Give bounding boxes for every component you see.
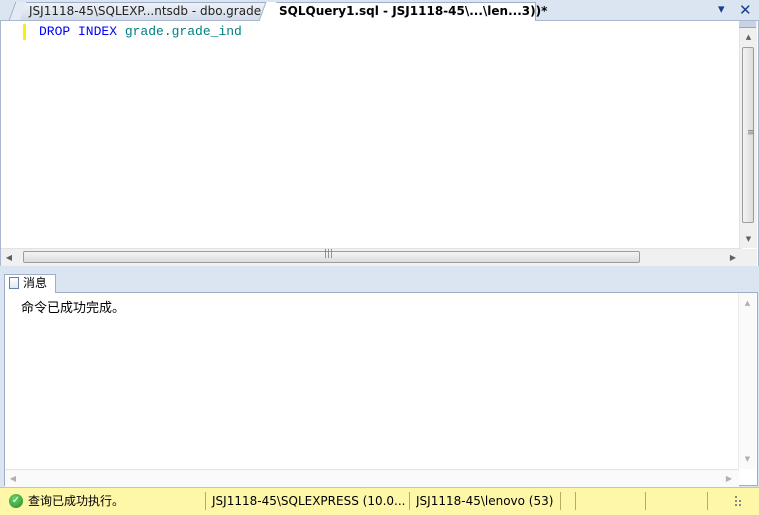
- sql-keyword: DROP INDEX: [39, 24, 118, 39]
- messages-horizontal-scrollbar[interactable]: ◀ ▶: [5, 469, 739, 487]
- resize-grip-icon[interactable]: [735, 496, 743, 506]
- window-position-dropdown-icon[interactable]: ▾: [718, 3, 725, 17]
- success-check-icon: ✓: [9, 494, 23, 508]
- status-server: JSJ1118-45\SQLEXPRESS (10.0...: [212, 494, 406, 508]
- tab-messages-label: 消息: [23, 276, 48, 290]
- grip-icon: |||: [324, 249, 334, 259]
- status-divider: [645, 492, 646, 510]
- split-handle[interactable]: [739, 21, 756, 28]
- editor-hscroll-thumb[interactable]: |||: [23, 249, 640, 263]
- status-divider: [560, 492, 561, 510]
- tab-messages[interactable]: 消息: [4, 274, 56, 293]
- results-tab-bar: 消息: [0, 272, 759, 293]
- tab-table-designer[interactable]: JSJ1118-45\SQLEXP...ntsdb - dbo.grade: [18, 2, 272, 20]
- editor-vertical-scrollbar[interactable]: ▲ ≡ ▼: [739, 21, 757, 248]
- messages-document-icon: [9, 277, 19, 289]
- close-icon[interactable]: ✕: [739, 3, 752, 18]
- status-message: 查询已成功执行。: [28, 494, 125, 508]
- status-bar: ✓ 查询已成功执行。 JSJ1118-45\SQLEXPRESS (10.0..…: [0, 487, 759, 515]
- status-user: JSJ1118-45\lenovo (53): [416, 494, 554, 508]
- result-message: 命令已成功完成。: [21, 301, 126, 316]
- messages-pane[interactable]: 命令已成功完成。 ▲ ▼ ◀ ▶: [4, 292, 758, 487]
- scroll-up-icon[interactable]: ▲: [740, 29, 757, 45]
- query-editor[interactable]: DROP INDEX grade.grade_ind ▲ ≡ ▼ ◀ ||| ▶: [0, 21, 759, 266]
- scroll-up-icon[interactable]: ▲: [739, 295, 756, 311]
- scroll-left-icon[interactable]: ◀: [5, 470, 21, 487]
- scrollbar-corner: [740, 249, 757, 266]
- status-divider: [205, 492, 206, 510]
- changed-line-marker: [23, 24, 26, 40]
- scroll-down-icon[interactable]: ▼: [739, 451, 756, 467]
- sql-identifier: grade.grade_ind: [124, 24, 242, 39]
- status-divider: [409, 492, 410, 510]
- scroll-left-icon[interactable]: ◀: [1, 249, 17, 266]
- grip-icon: ≡: [747, 128, 755, 138]
- editor-horizontal-scrollbar[interactable]: ◀ ||| ▶: [1, 248, 742, 266]
- status-divider: [575, 492, 576, 510]
- code-line[interactable]: DROP INDEX grade.grade_ind: [39, 24, 242, 40]
- messages-vertical-scrollbar[interactable]: ▲ ▼: [738, 293, 756, 469]
- scroll-down-icon[interactable]: ▼: [740, 231, 757, 247]
- tab-sql-query[interactable]: SQLQuery1.sql - JSJ1118-45\...\len...3))…: [268, 2, 547, 21]
- scroll-right-icon[interactable]: ▶: [725, 249, 741, 266]
- scroll-right-icon[interactable]: ▶: [721, 470, 737, 487]
- document-tab-strip: JSJ1118-45\SQLEXP...ntsdb - dbo.grade SQ…: [0, 0, 759, 21]
- status-divider: [707, 492, 708, 510]
- editor-vscroll-thumb[interactable]: ≡: [742, 47, 755, 223]
